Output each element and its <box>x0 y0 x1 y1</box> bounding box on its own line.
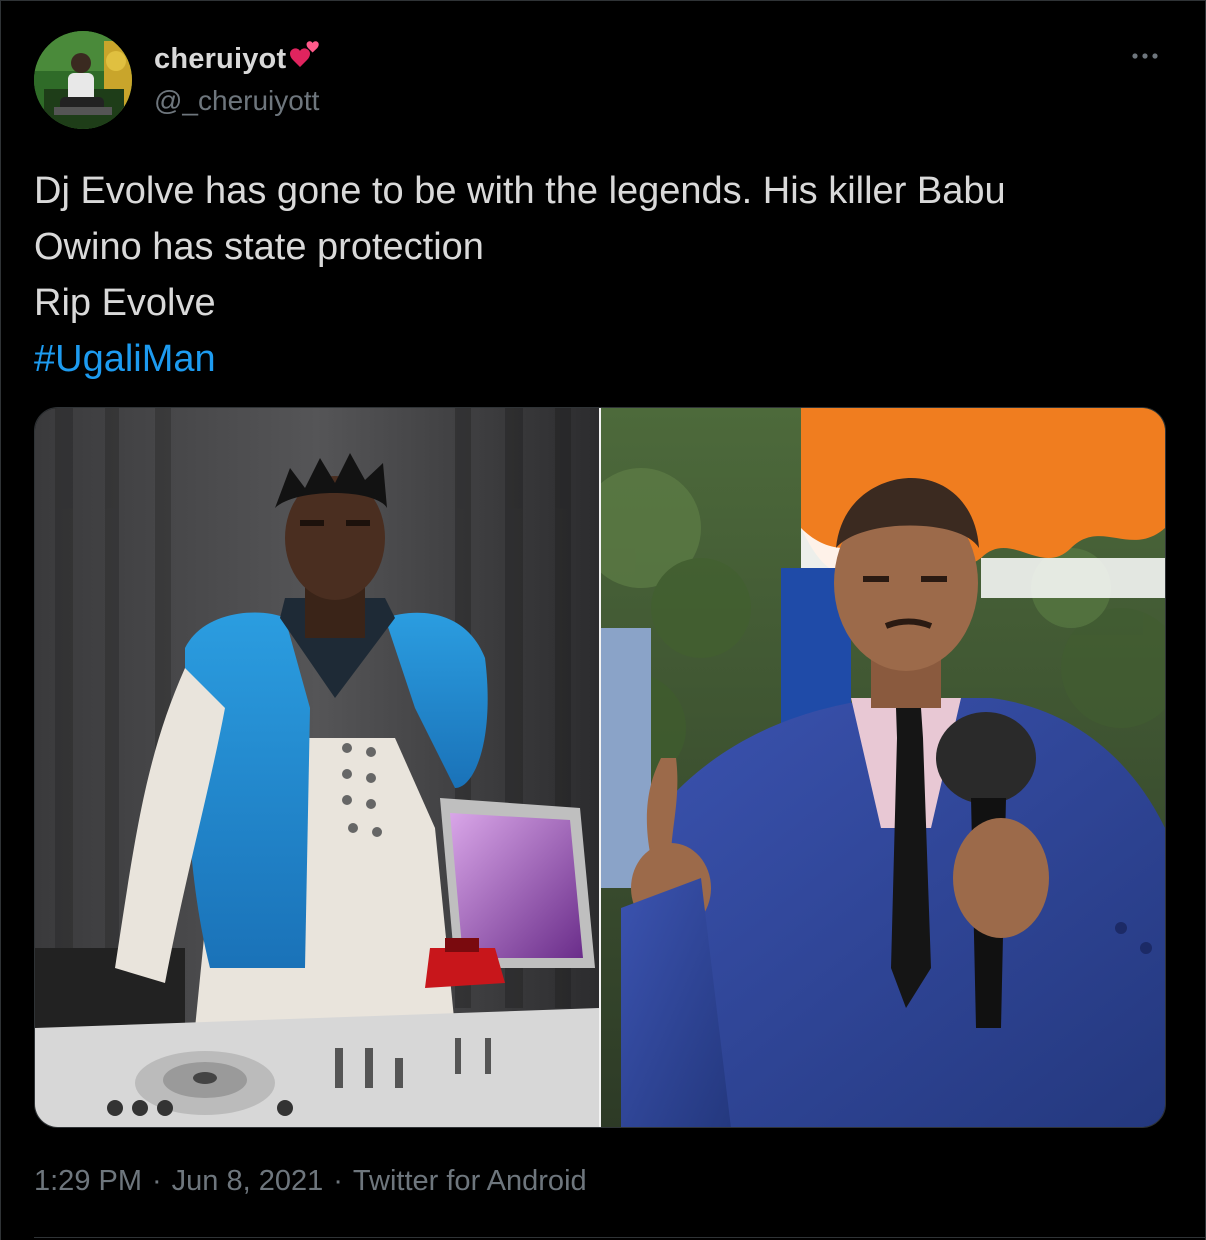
author-handle[interactable]: @_cheruiyott <box>154 85 319 117</box>
more-options-button[interactable] <box>1127 41 1163 71</box>
speaker-photo[interactable] <box>601 408 1165 1127</box>
author-name-row[interactable]: cheruiyot <box>154 40 322 76</box>
dj-photo-image <box>35 408 599 1127</box>
tweet-meta: 1:29 PM · Jun 8, 2021 · Twitter for Andr… <box>34 1165 587 1198</box>
heart-emoji-icon <box>288 40 322 72</box>
dj-photo[interactable] <box>35 408 599 1127</box>
meta-separator: · <box>152 1165 162 1197</box>
avatar[interactable] <box>34 31 132 129</box>
tweet-time[interactable]: 1:29 PM <box>34 1165 142 1198</box>
display-name[interactable]: cheruiyot <box>154 43 286 76</box>
avatar-image <box>34 31 132 129</box>
tweet-text: Dj Evolve has gone to be with the legend… <box>34 170 1006 324</box>
more-dots-icon <box>1132 53 1158 59</box>
divider <box>34 1237 1205 1238</box>
tweet-date[interactable]: Jun 8, 2021 <box>172 1165 324 1198</box>
hashtag-link[interactable]: #UgaliMan <box>34 331 216 387</box>
tweet-media[interactable] <box>34 407 1166 1128</box>
speaker-photo-image <box>601 408 1165 1127</box>
tweet-card: cheruiyot @_cheruiyott Dj Evolve has gon… <box>0 0 1206 1240</box>
meta-separator: · <box>333 1165 343 1197</box>
tweet-source[interactable]: Twitter for Android <box>353 1165 587 1198</box>
